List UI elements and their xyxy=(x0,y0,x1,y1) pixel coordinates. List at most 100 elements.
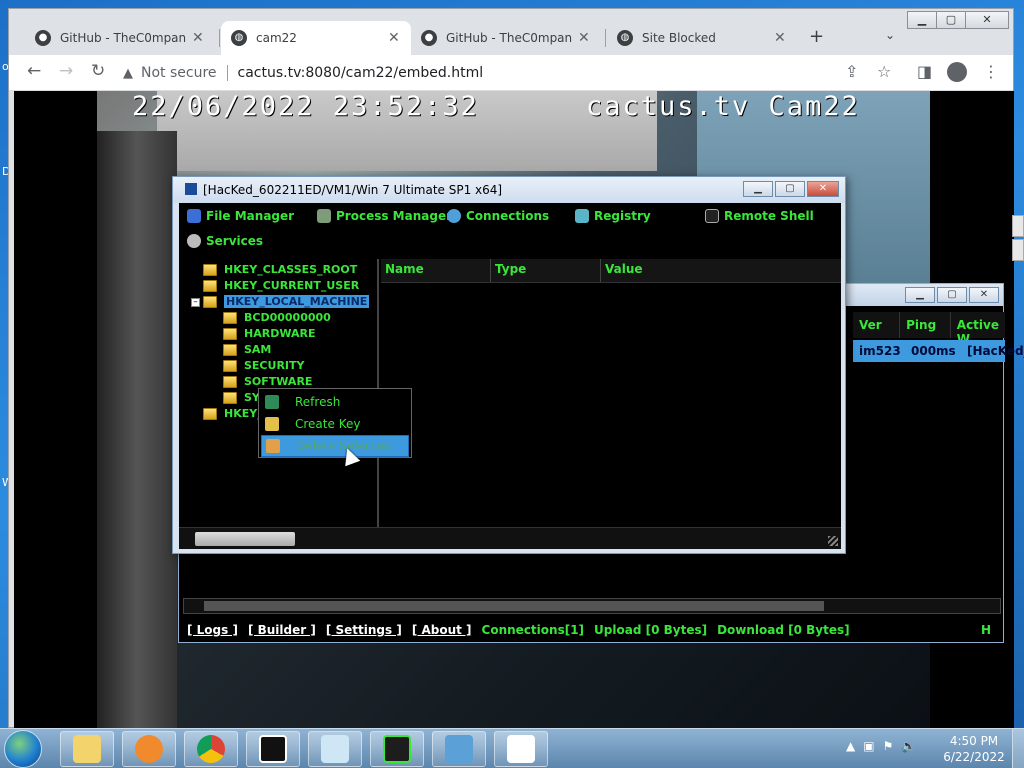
taskbar-7zip[interactable] xyxy=(246,731,300,767)
maximize-icon[interactable]: ▢ xyxy=(937,287,967,303)
builder-link[interactable]: [ Builder ] xyxy=(248,623,316,637)
notepad-icon xyxy=(321,735,349,763)
logs-link[interactable]: [ Logs ] xyxy=(187,623,238,637)
reload-icon[interactable]: ↻ xyxy=(91,61,105,81)
scrollbar-thumb[interactable] xyxy=(204,601,824,611)
menu-dots-icon[interactable]: ⋮ xyxy=(983,62,999,81)
menu-item-label: Create Key xyxy=(295,417,361,431)
close-icon[interactable]: ✕ xyxy=(807,181,839,197)
taskbar-document[interactable] xyxy=(494,731,548,767)
menu-connections[interactable]: Connections xyxy=(447,209,549,223)
volume-icon[interactable]: 🔈 xyxy=(901,739,916,753)
clock[interactable]: 4:50 PM 6/22/2022 xyxy=(940,733,1008,765)
taskbar-explorer[interactable] xyxy=(60,731,114,767)
tab-site-blocked[interactable]: ◍ Site Blocked ✕ xyxy=(607,21,797,55)
menu-file-manager[interactable]: File Manager xyxy=(187,209,294,223)
folder-icon xyxy=(223,391,237,404)
folder-icon xyxy=(223,343,237,356)
new-tab-icon[interactable]: + xyxy=(809,26,824,47)
chevron-down-icon[interactable]: ⌄ xyxy=(885,28,895,42)
taskbar-notepad[interactable] xyxy=(308,731,362,767)
taskbar-chrome[interactable] xyxy=(184,731,238,767)
horizontal-scrollbar[interactable] xyxy=(179,527,841,549)
close-icon[interactable]: ✕ xyxy=(774,30,786,46)
menu-remote-shell[interactable]: Remote Shell xyxy=(705,209,814,223)
camera-rack xyxy=(97,131,177,728)
tree-node-hardware[interactable]: HARDWARE xyxy=(223,327,315,340)
side-button[interactable] xyxy=(1012,215,1024,237)
about-link[interactable]: [ About ] xyxy=(412,623,472,637)
tray-arrow-icon[interactable]: ▲ xyxy=(846,739,855,753)
close-icon[interactable]: ✕ xyxy=(969,287,999,303)
column-header-active[interactable]: Active W xyxy=(951,312,1005,346)
network-icon[interactable]: ▣ xyxy=(863,739,874,753)
tab-title: cam22 xyxy=(256,31,297,45)
address-bar[interactable]: ▲ Not secure cactus.tv:8080/cam22/embed.… xyxy=(123,59,853,87)
minimize-icon[interactable]: ▁ xyxy=(905,287,935,303)
file-manager-icon xyxy=(187,209,201,223)
horizontal-scrollbar[interactable] xyxy=(183,598,1001,614)
star-icon[interactable]: ☆ xyxy=(877,62,891,81)
forward-arrow-icon[interactable]: → xyxy=(59,61,73,81)
column-header-name[interactable]: Name xyxy=(381,259,491,282)
values-list[interactable] xyxy=(381,283,839,527)
taskbar-control-panel[interactable] xyxy=(432,731,486,767)
cell-ver: im523 xyxy=(859,344,901,358)
show-desktop-button[interactable] xyxy=(1012,729,1024,768)
tab-divider xyxy=(605,29,606,47)
tree-node-label: SECURITY xyxy=(244,359,305,372)
tree-node-classes-root[interactable]: HKEY_CLASSES_ROOT xyxy=(203,263,357,276)
start-button-icon[interactable] xyxy=(4,730,42,768)
minimize-icon[interactable]: ▁ xyxy=(907,11,937,29)
column-header-ver[interactable]: Ver xyxy=(853,312,901,338)
tab-cam22[interactable]: ◍ cam22 ✕ xyxy=(221,21,411,55)
folder-icon xyxy=(73,735,101,763)
tree-node-current-user[interactable]: HKEY_CURRENT_USER xyxy=(203,279,359,292)
taskbar-media-player[interactable] xyxy=(122,731,176,767)
table-row[interactable]: im523 000ms [HacKed_ xyxy=(853,340,1024,362)
resize-grip-icon[interactable] xyxy=(828,536,838,546)
flag-icon[interactable]: ⚑ xyxy=(883,739,894,753)
column-header-value[interactable]: Value xyxy=(601,259,839,282)
browser-toolbar: ← → ↻ ▲ Not secure cactus.tv:8080/cam22/… xyxy=(9,55,1013,91)
close-icon[interactable]: ✕ xyxy=(192,30,204,46)
tree-node-system[interactable]: SY xyxy=(223,391,260,404)
menu-item-delete-selected[interactable]: Delete Selected xyxy=(261,435,409,457)
taskbar-njrat[interactable] xyxy=(370,731,424,767)
tree-node-security[interactable]: SECURITY xyxy=(223,359,304,372)
collapse-icon[interactable]: – xyxy=(191,298,200,307)
security-label: Not secure xyxy=(141,65,217,81)
menu-process-manager[interactable]: Process Manager xyxy=(317,209,452,223)
tree-node-sam[interactable]: SAM xyxy=(223,343,271,356)
maximize-icon[interactable]: ▢ xyxy=(775,181,805,197)
scrollbar-thumb[interactable] xyxy=(195,532,295,546)
7zip-icon xyxy=(259,735,287,763)
tree-node-software[interactable]: SOFTWARE xyxy=(223,375,312,388)
registry-titlebar: [HacKed_602211ED/VM1/Win 7 Ultimate SP1 … xyxy=(173,177,845,203)
menu-registry[interactable]: Registry xyxy=(575,209,651,223)
registry-body: File Manager Process Manager Connections… xyxy=(179,203,841,549)
tab-github-2[interactable]: ● GitHub - TheC0mpany/F ✕ xyxy=(411,21,601,55)
close-icon[interactable]: ✕ xyxy=(578,30,590,46)
close-icon[interactable]: ✕ xyxy=(388,30,400,46)
side-button[interactable] xyxy=(1012,239,1024,261)
maximize-icon[interactable]: ▢ xyxy=(936,11,966,29)
side-panel-icon[interactable]: ◨ xyxy=(917,62,932,81)
tab-strip: ● GitHub - TheC0mpany/F ✕ ◍ cam22 ✕ ● Gi… xyxy=(9,9,1013,55)
tab-github-1[interactable]: ● GitHub - TheC0mpany/F ✕ xyxy=(25,21,215,55)
minimize-icon[interactable]: ▁ xyxy=(743,181,773,197)
back-arrow-icon[interactable]: ← xyxy=(27,61,41,81)
column-header-ping[interactable]: Ping xyxy=(900,312,951,338)
status-bar: [ Logs ] [ Builder ] [ Settings ] [ Abou… xyxy=(179,618,1003,642)
settings-link[interactable]: [ Settings ] xyxy=(326,623,402,637)
tree-node-bcd[interactable]: BCD00000000 xyxy=(223,311,331,324)
menu-services[interactable]: Services xyxy=(187,234,263,248)
close-window-icon[interactable]: ✕ xyxy=(965,11,1009,29)
tree-node-local-machine[interactable]: HKEY_LOCAL_MACHINE xyxy=(203,295,370,308)
column-header-type[interactable]: Type xyxy=(491,259,601,282)
folder-icon xyxy=(223,327,237,340)
menu-item-create-key[interactable]: Create Key xyxy=(261,413,409,435)
profile-avatar-icon[interactable] xyxy=(947,62,967,82)
menu-item-refresh[interactable]: Refresh xyxy=(261,391,409,413)
share-icon[interactable]: ⇪ xyxy=(845,62,858,81)
